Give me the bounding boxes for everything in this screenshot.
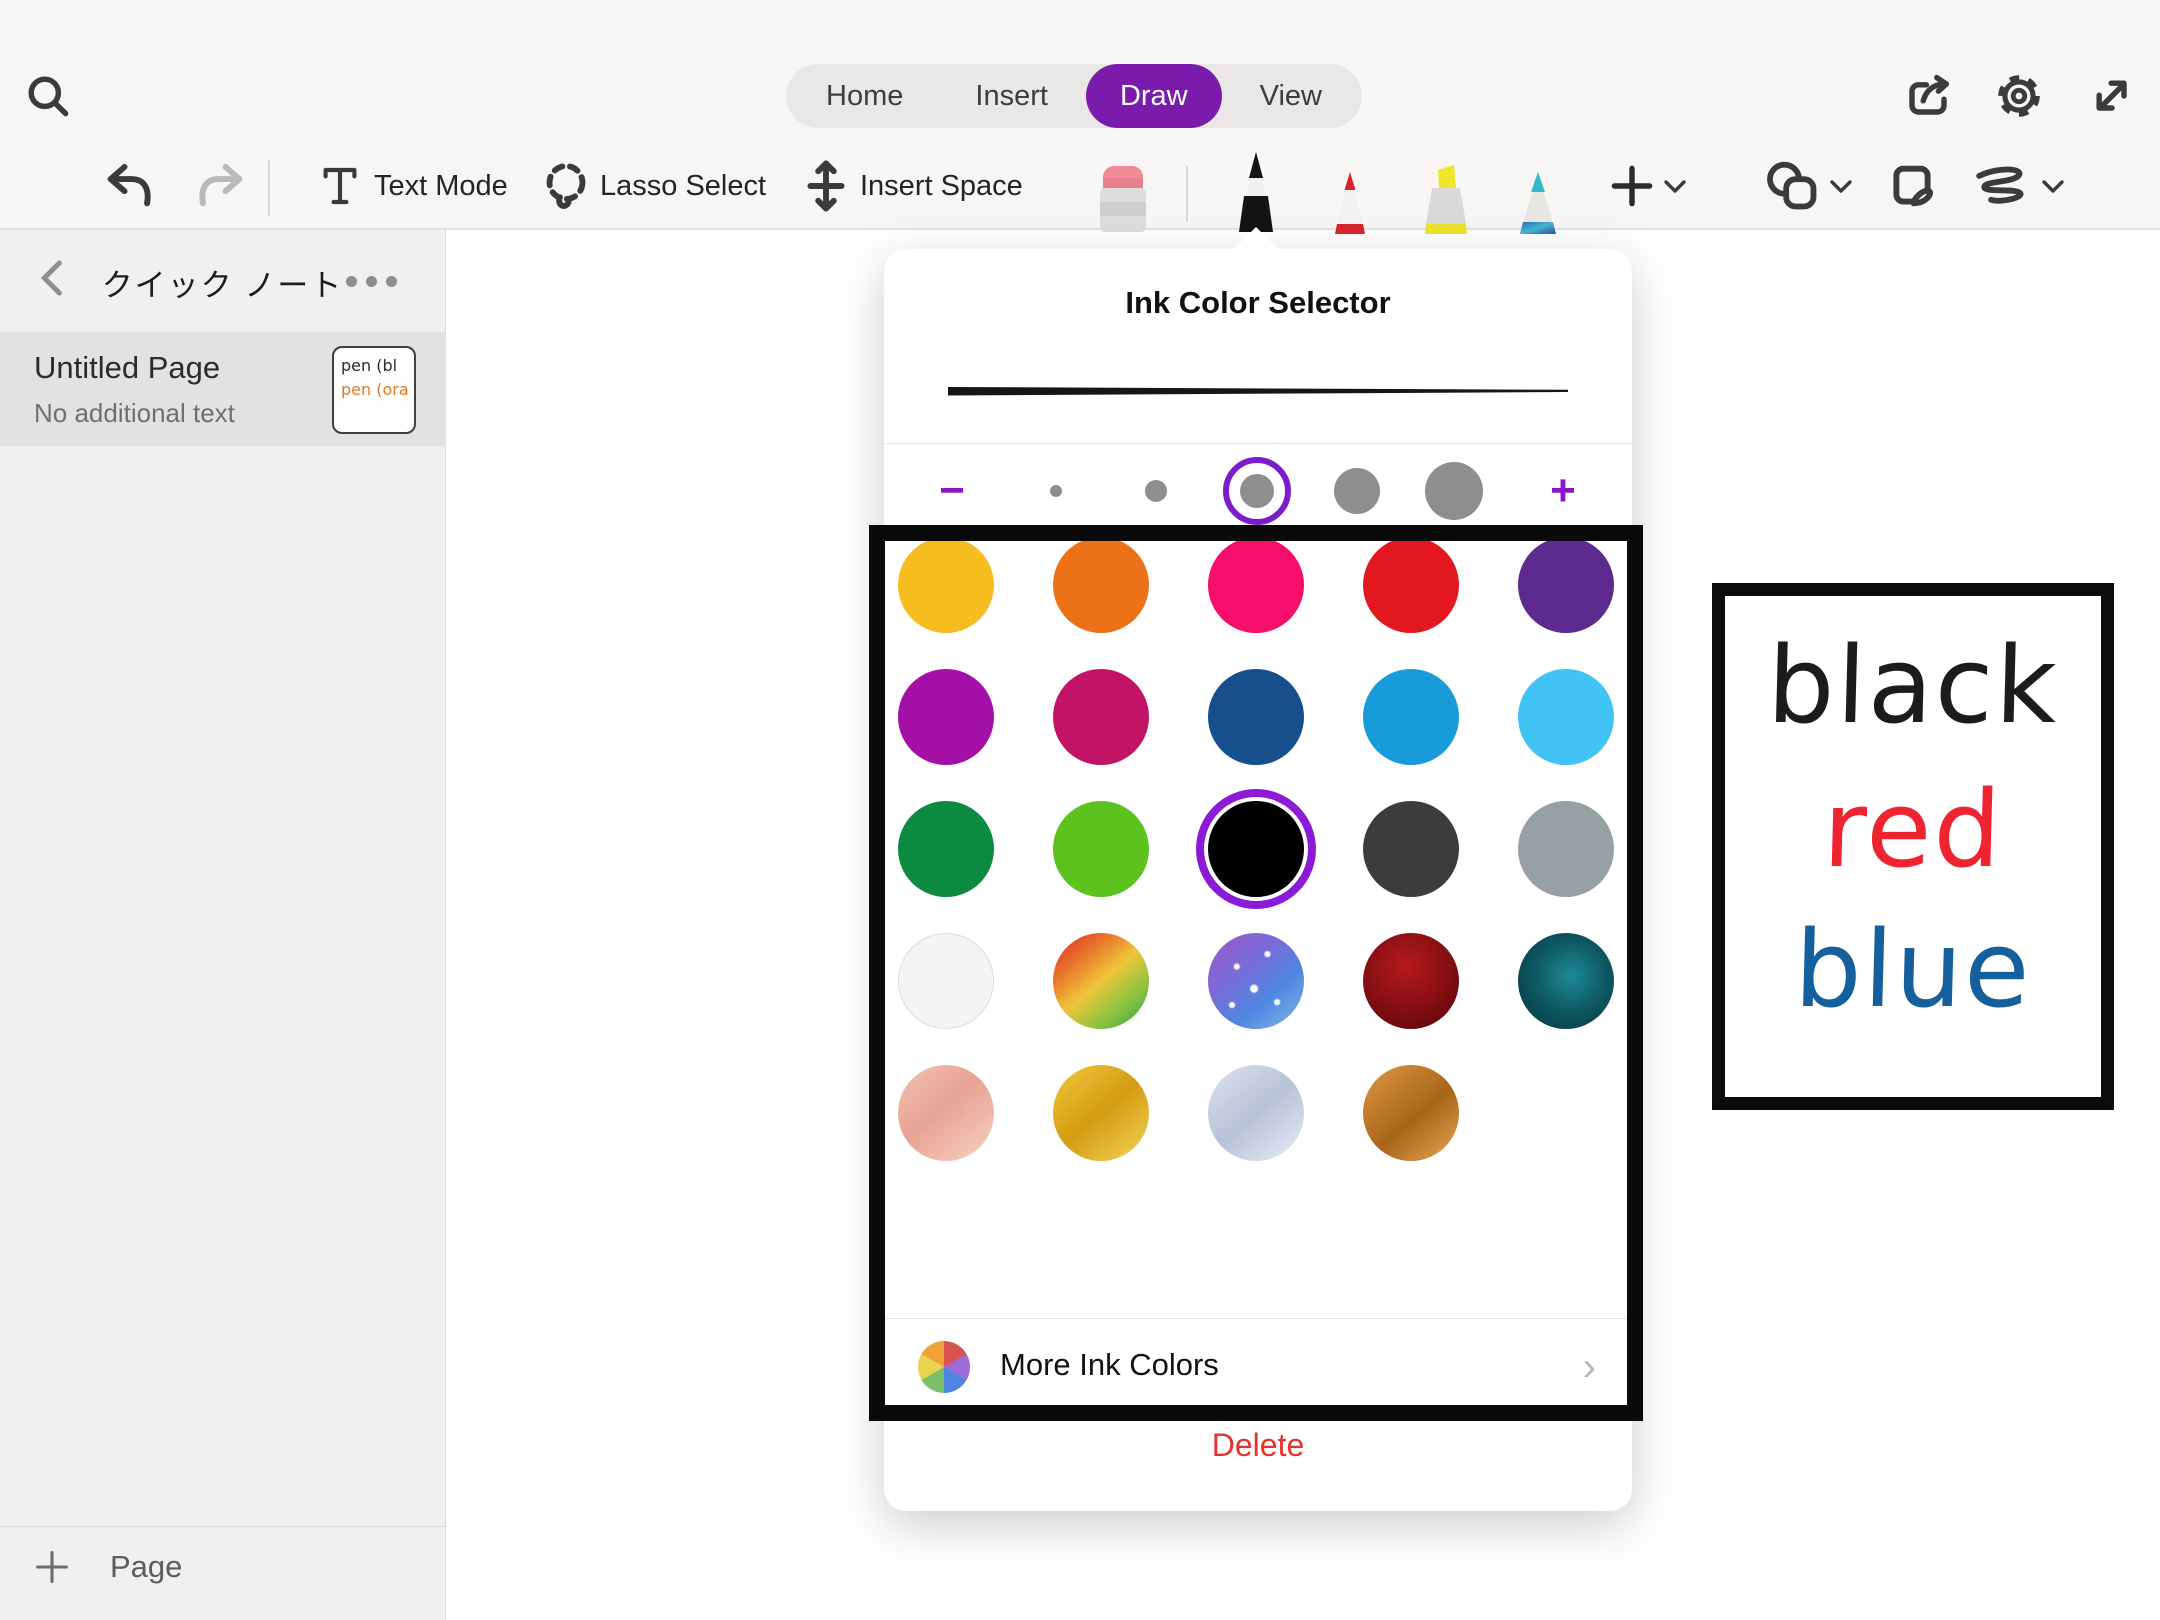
settings-gear-icon[interactable]: [1995, 72, 2043, 120]
swatch-blue[interactable]: [1363, 669, 1459, 765]
top-bar: HomeInsertDrawView: [0, 0, 2160, 230]
swatch-magenta[interactable]: [898, 669, 994, 765]
swatch-teal-smoke[interactable]: [1518, 933, 1614, 1029]
swatch-purple[interactable]: [1518, 537, 1614, 633]
galaxy-pencil-tool[interactable]: [1512, 170, 1564, 236]
swatch-gold-yellow[interactable]: [898, 537, 994, 633]
swatch-green[interactable]: [898, 801, 994, 897]
add-page-label: Page: [110, 1549, 182, 1585]
stroke-preview: [948, 385, 1568, 399]
eraser-tool[interactable]: [1094, 164, 1152, 234]
swatch-black[interactable]: [1208, 801, 1304, 897]
swatch-bronze-copper[interactable]: [1363, 1065, 1459, 1161]
delete-pen-button[interactable]: Delete: [884, 1427, 1632, 1464]
redo-button[interactable]: [196, 160, 248, 212]
add-pen-button[interactable]: [1608, 162, 1656, 210]
text-mode-label[interactable]: Text Mode: [374, 170, 508, 203]
sidebar-footer: Page: [0, 1526, 446, 1620]
swatch-silver[interactable]: [1208, 1065, 1304, 1161]
ink-drawing-box: black red blue: [1712, 583, 2114, 1110]
insert-space-icon[interactable]: [800, 158, 852, 214]
page-list-item[interactable]: Untitled Page No additional text pen (bl…: [0, 332, 446, 446]
color-wheel-icon: [918, 1341, 970, 1393]
color-swatch-grid: [898, 537, 1618, 1161]
page-subtitle: No additional text: [34, 398, 235, 429]
swatch-rainbow-glitter[interactable]: [1053, 933, 1149, 1029]
page-thumbnail: pen (blpen (ora: [332, 346, 416, 434]
swatch-pink[interactable]: [1208, 537, 1304, 633]
undo-button[interactable]: [102, 160, 154, 212]
ribbon-tab-bar: HomeInsertDrawView: [786, 64, 1362, 128]
tab-insert[interactable]: Insert: [941, 64, 1082, 128]
ink-word-red: red: [1723, 768, 2102, 891]
thickness-selected-ring: [1223, 457, 1291, 525]
text-mode-icon[interactable]: [316, 162, 364, 210]
insert-space-label[interactable]: Insert Space: [860, 170, 1023, 203]
swatch-white[interactable]: [898, 933, 994, 1029]
page-title: Untitled Page: [34, 350, 220, 386]
ink-color-selector-popup: Ink Color Selector − + More Ink Colors ›…: [884, 249, 1632, 1511]
popup-caret: [1233, 227, 1279, 250]
ink-replay-chevron-icon[interactable]: [2040, 178, 2066, 196]
swatch-navy-blue[interactable]: [1208, 669, 1304, 765]
thickness-dot-4[interactable]: [1334, 468, 1380, 514]
swatch-light-green[interactable]: [1053, 801, 1149, 897]
swatch-dark-pink[interactable]: [1053, 669, 1149, 765]
swatch-orange[interactable]: [1053, 537, 1149, 633]
lasso-select-icon[interactable]: [540, 160, 592, 212]
popup-title: Ink Color Selector: [884, 285, 1632, 321]
thickness-dot-1[interactable]: [1050, 485, 1062, 497]
tab-view[interactable]: View: [1226, 64, 1356, 128]
ink-word-black: black: [1723, 624, 2102, 747]
swatch-sky-blue[interactable]: [1518, 669, 1614, 765]
swatch-gray[interactable]: [1518, 801, 1614, 897]
ink-replay-icon[interactable]: [1974, 164, 2032, 210]
shapes-chevron-icon[interactable]: [1828, 178, 1854, 196]
swatch-dark-red-marble[interactable]: [1363, 933, 1459, 1029]
tab-draw[interactable]: Draw: [1086, 64, 1222, 128]
swatch-red[interactable]: [1363, 537, 1459, 633]
page-list-sidebar: クイック ノート Untitled Page No additional tex…: [0, 230, 446, 1620]
red-pen-tool[interactable]: [1324, 170, 1376, 236]
black-pen-tool[interactable]: [1228, 148, 1284, 234]
thumbnail-ink-text: pen (ora: [341, 378, 414, 402]
thumbnail-ink-text: pen (bl: [341, 354, 414, 378]
share-icon[interactable]: [1904, 72, 1952, 120]
yellow-highlighter-tool[interactable]: [1416, 162, 1476, 236]
more-ink-colors-label: More Ink Colors: [1000, 1347, 1219, 1383]
chevron-right-icon: ›: [1583, 1345, 1596, 1390]
shapes-icon[interactable]: [1764, 160, 1822, 212]
swatch-galaxy[interactable]: [1208, 933, 1304, 1029]
thickness-plus-button[interactable]: +: [1550, 469, 1576, 513]
swatch-rose-gold[interactable]: [898, 1065, 994, 1161]
thickness-selector: − +: [884, 445, 1632, 537]
thickness-dot-5[interactable]: [1425, 462, 1483, 520]
fullscreen-expand-icon[interactable]: [2088, 72, 2136, 120]
search-icon[interactable]: [24, 72, 72, 120]
more-options-icon[interactable]: [346, 276, 397, 287]
plus-icon: [34, 1549, 70, 1585]
swatch-gold-metallic[interactable]: [1053, 1065, 1149, 1161]
sidebar-header: クイック ノート: [0, 230, 445, 330]
add-pen-chevron-icon[interactable]: [1662, 178, 1688, 196]
ink-annotate-icon[interactable]: [1886, 160, 1938, 212]
ink-word-blue: blue: [1723, 908, 2102, 1031]
tab-home[interactable]: Home: [792, 64, 937, 128]
thickness-dot-2[interactable]: [1145, 480, 1167, 502]
swatch-dark-gray[interactable]: [1363, 801, 1459, 897]
add-page-button[interactable]: Page: [34, 1549, 182, 1585]
thickness-minus-button[interactable]: −: [939, 469, 965, 513]
more-ink-colors-row[interactable]: More Ink Colors ›: [884, 1319, 1632, 1415]
lasso-select-label[interactable]: Lasso Select: [600, 170, 766, 203]
